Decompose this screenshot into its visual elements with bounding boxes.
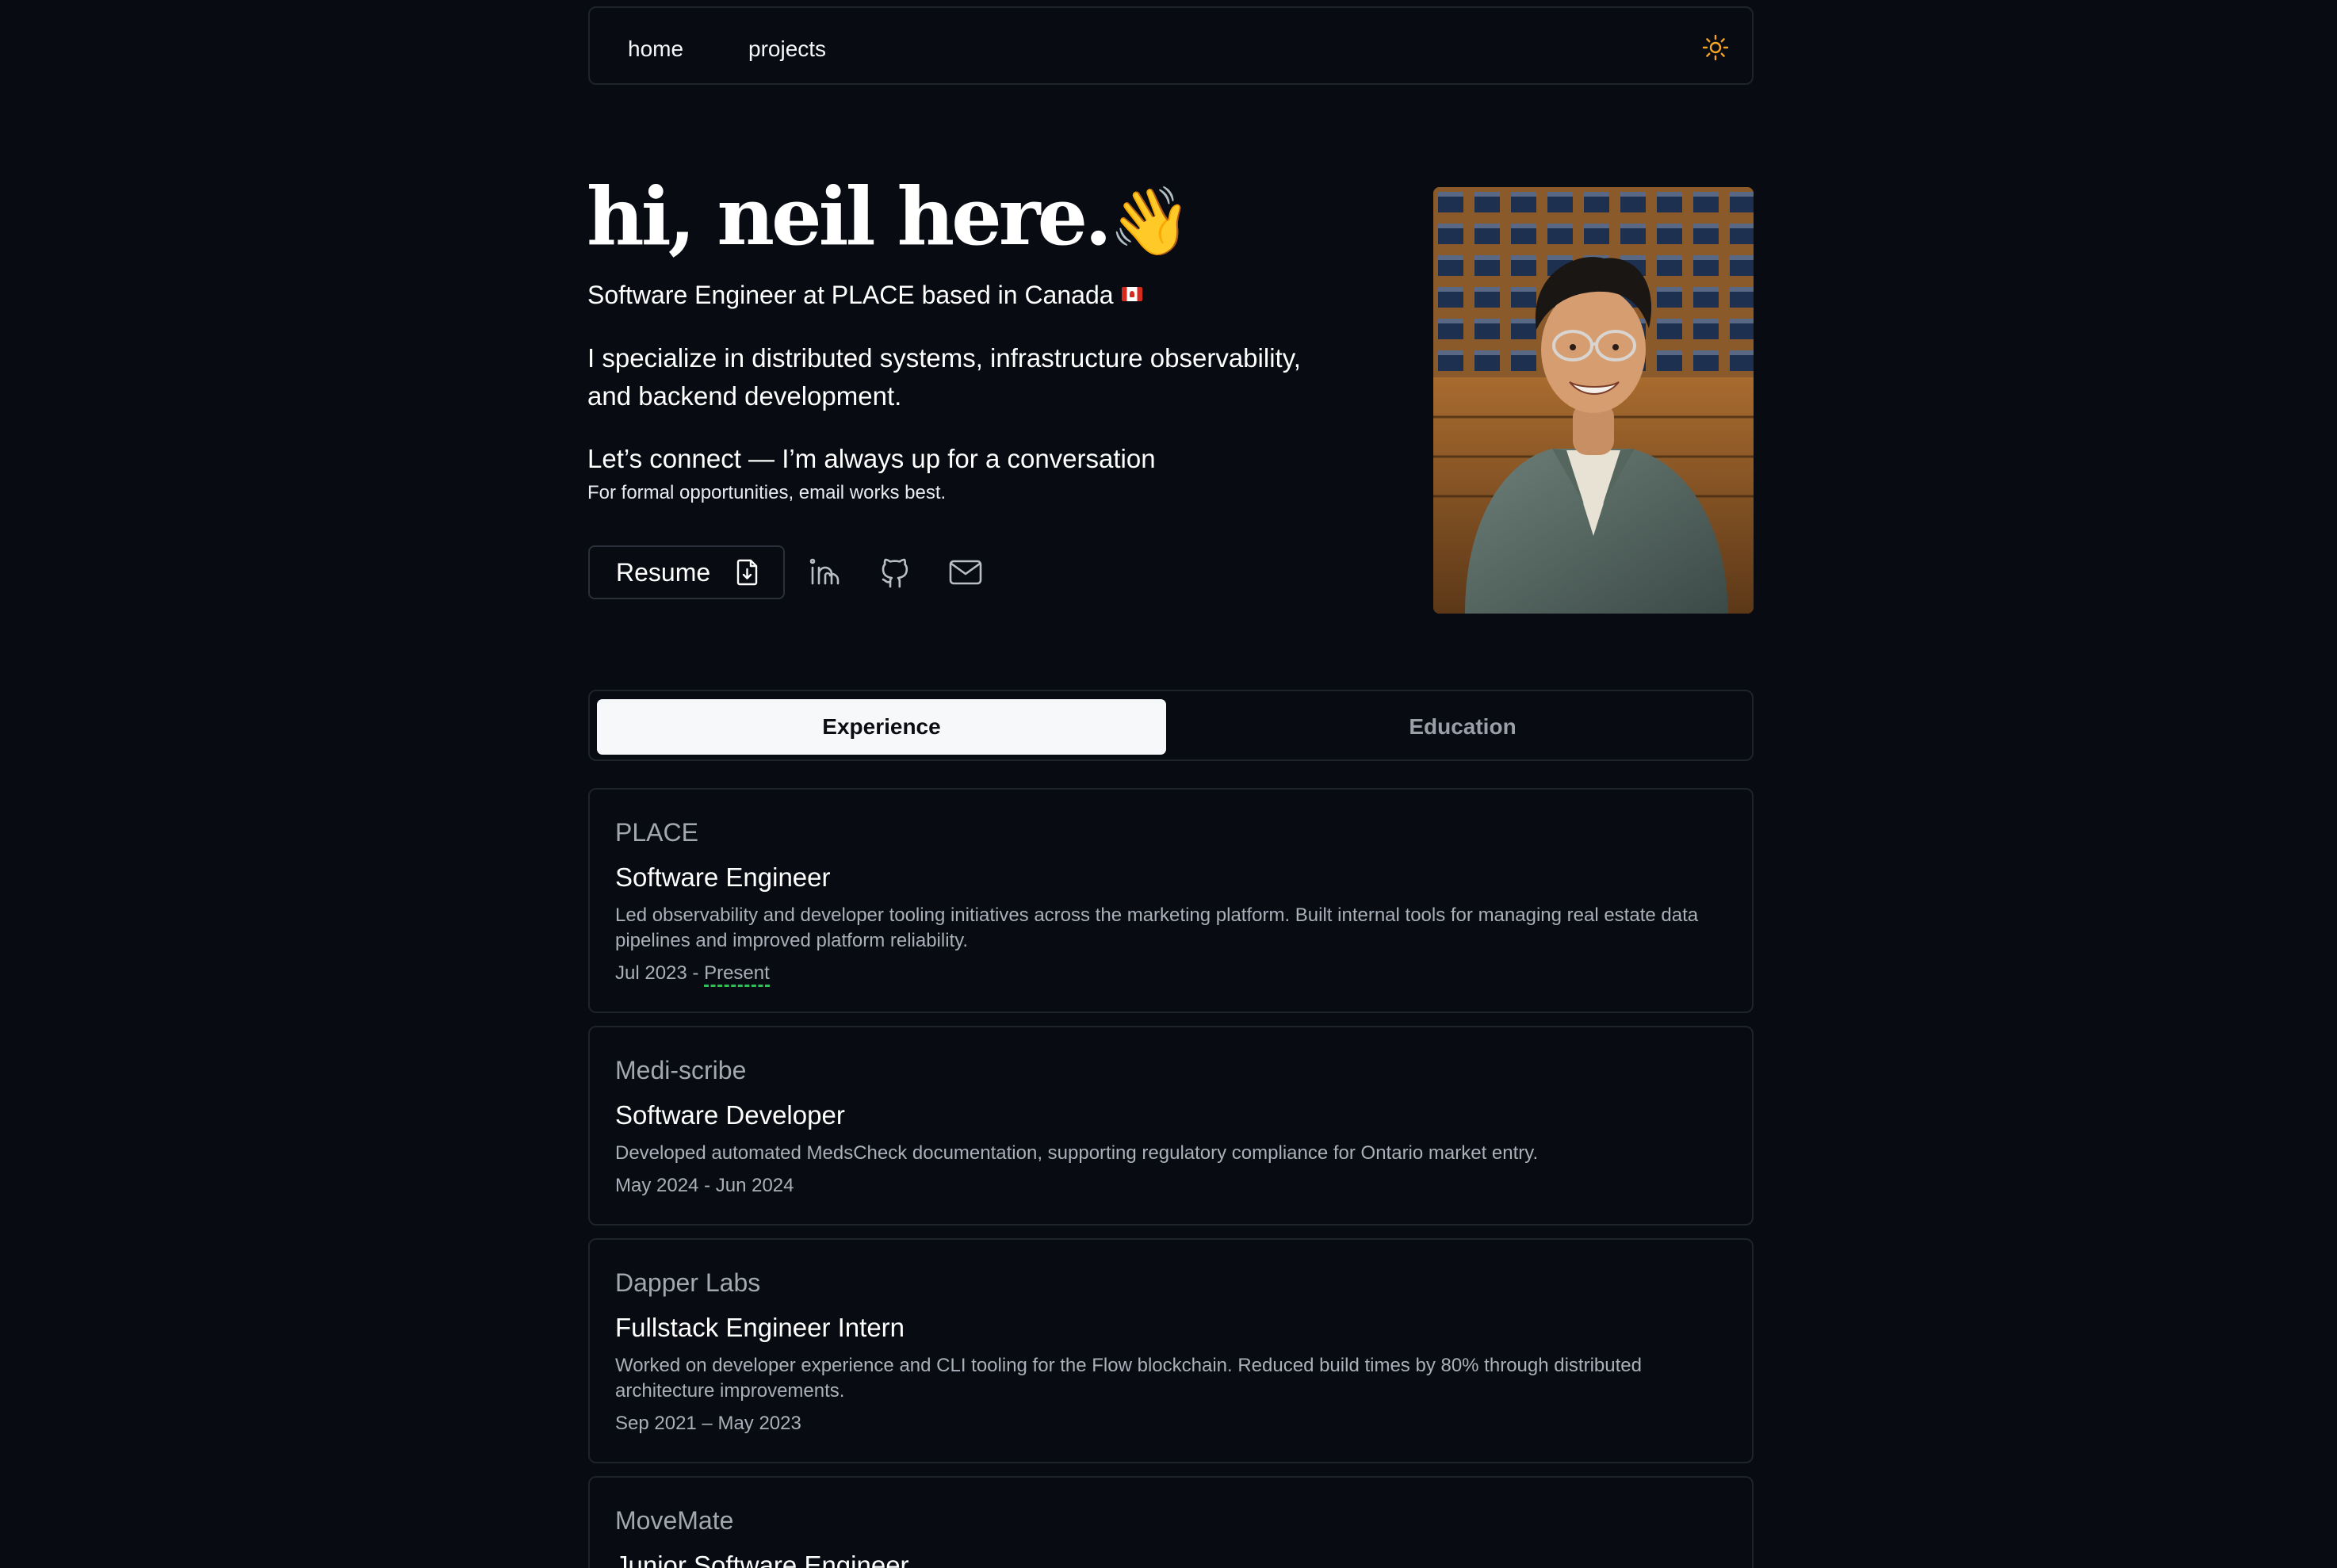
role-description: Developed automated MedsCheck documentat…	[615, 1142, 1539, 1164]
date-start: Jul 2023 -	[615, 962, 705, 984]
experience-card: Dapper Labs Fullstack Engineer Intern Wo…	[588, 1238, 1754, 1463]
github-icon[interactable]	[878, 555, 912, 590]
role-title: Software Developer	[615, 1100, 845, 1130]
tab-education[interactable]: Education	[1178, 699, 1747, 755]
company-name: PLACE	[615, 818, 698, 847]
section-tabs: Experience Education	[588, 690, 1754, 761]
role-title: Software Engineer	[615, 862, 831, 892]
role-description: Led observability and developer tooling …	[615, 904, 1699, 951]
mail-icon[interactable]	[948, 555, 983, 590]
experience-card: PLACE Software Engineer Led observabilit…	[588, 788, 1754, 1013]
canada-flag-icon	[1121, 287, 1142, 301]
role-dates: Jul 2023 - Present	[615, 962, 770, 987]
resume-label: Resume	[616, 557, 711, 587]
linkedin-icon[interactable]	[808, 555, 843, 590]
connect-text: Let’s connect — I’m always up for a conv…	[587, 444, 1156, 473]
title-text: hi, neil here.	[587, 170, 1112, 263]
resume-button[interactable]: Resume	[588, 545, 785, 599]
role-dates: Sep 2021 – May 2023	[615, 1413, 801, 1434]
tab-experience[interactable]: Experience	[597, 699, 1166, 755]
formal-note: For formal opportunities, email works be…	[587, 482, 947, 503]
company-name: MoveMate	[615, 1506, 734, 1535]
profile-photo-illustration	[1433, 187, 1754, 614]
company-name: Medi-scribe	[615, 1056, 747, 1084]
subtitle-text: Software Engineer at PLACE based in Cana…	[587, 281, 1114, 309]
present-label[interactable]: Present	[704, 962, 770, 987]
role-description: Worked on developer experience and CLI t…	[615, 1355, 1642, 1402]
specialization-text: I specialize in distributed systems, inf…	[587, 343, 1301, 411]
wave-emoji: 👋	[1108, 182, 1192, 260]
role-dates: May 2024 - Jun 2024	[615, 1175, 794, 1196]
experience-card: Medi-scribe Software Developer Developed…	[588, 1026, 1754, 1226]
top-nav: home projects	[588, 6, 1754, 85]
nav-home-link[interactable]: home	[628, 38, 683, 60]
file-download-icon	[736, 559, 758, 586]
company-name: Dapper Labs	[615, 1268, 761, 1297]
role-title: Fullstack Engineer Intern	[615, 1313, 905, 1342]
page-title: hi, neil here.👋	[587, 173, 1192, 260]
profile-photo	[1433, 187, 1754, 614]
experience-card: MoveMate Junior Software Engineer	[588, 1476, 1754, 1568]
sun-icon[interactable]	[1701, 33, 1730, 62]
role-title: Junior Software Engineer	[615, 1551, 909, 1568]
hero-subtitle: Software Engineer at PLACE based in Cana…	[587, 281, 1142, 310]
nav-projects-link[interactable]: projects	[748, 38, 826, 60]
